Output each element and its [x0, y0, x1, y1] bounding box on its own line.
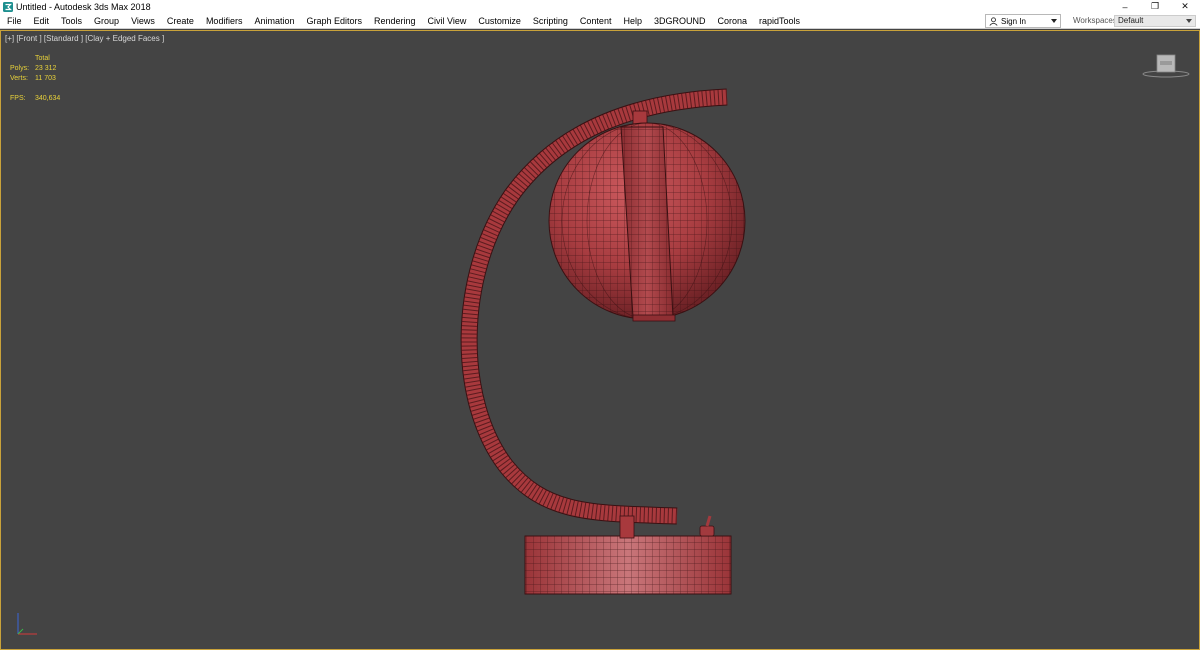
maximize-button[interactable]: ❐ — [1140, 0, 1170, 13]
user-icon — [989, 16, 998, 26]
close-button[interactable]: ✕ — [1170, 0, 1200, 13]
title-bar: Untitled - Autodesk 3ds Max 2018 – ❐ ✕ — [0, 0, 1200, 13]
polys-label: Polys: — [10, 65, 30, 72]
menu-modifiers[interactable]: Modifiers — [200, 13, 249, 29]
menu-edit[interactable]: Edit — [28, 13, 56, 29]
window-title: Untitled - Autodesk 3ds Max 2018 — [16, 1, 151, 12]
menu-scripting[interactable]: Scripting — [527, 13, 574, 29]
menu-tools[interactable]: Tools — [55, 13, 88, 29]
menu-animation[interactable]: Animation — [248, 13, 300, 29]
menu-graph-editors[interactable]: Graph Editors — [300, 13, 368, 29]
workspaces-value: Default — [1118, 16, 1144, 25]
sign-in-label: Sign In — [1001, 16, 1026, 26]
menu-rendering[interactable]: Rendering — [368, 13, 422, 29]
lamp-sphere — [548, 122, 746, 322]
viewport-label[interactable]: [+] [Front ] [Standard ] [Clay + Edged F… — [5, 34, 164, 43]
chevron-down-icon — [1051, 19, 1057, 23]
stats-header: Total — [35, 55, 50, 62]
menu-3dground[interactable]: 3DGROUND — [648, 13, 712, 29]
menu-file[interactable]: File — [0, 13, 28, 29]
verts-value: 11 703 — [35, 75, 56, 82]
menu-rapidtools[interactable]: rapidTools — [753, 13, 806, 29]
menu-corona[interactable]: Corona — [711, 13, 753, 29]
sign-in-dropdown[interactable]: Sign In — [985, 14, 1061, 28]
verts-label: Verts: — [10, 75, 28, 82]
menu-group[interactable]: Group — [88, 13, 125, 29]
3dsmax-logo-icon — [3, 1, 13, 12]
menu-bar: File Edit Tools Group Views Create Modif… — [0, 13, 1200, 29]
menu-help[interactable]: Help — [617, 13, 648, 29]
workspaces-label: Workspaces: — [1073, 16, 1120, 25]
menu-civil-view[interactable]: Civil View — [422, 13, 473, 29]
viewcube-icon[interactable] — [1141, 52, 1191, 80]
menu-views[interactable]: Views — [125, 13, 161, 29]
scene-model — [460, 88, 746, 595]
workspaces-select[interactable]: Default — [1114, 15, 1196, 27]
axis-gizmo-icon — [17, 613, 37, 635]
menu-content[interactable]: Content — [574, 13, 618, 29]
fps-label: FPS: — [10, 95, 26, 102]
scene-statistics: Total Polys: 23 312 Verts: 11 703 FPS: 340,… — [10, 54, 60, 104]
polys-value: 23 312 — [35, 65, 57, 72]
menu-create[interactable]: Create — [161, 13, 200, 29]
front-viewport[interactable]: [+] [Front ] [Standard ] [Clay + Edged F… — [0, 30, 1200, 650]
fps-value: 340,634 — [35, 95, 61, 102]
chevron-down-icon — [1186, 19, 1192, 23]
minimize-button[interactable]: – — [1110, 0, 1140, 13]
menu-customize[interactable]: Customize — [472, 13, 527, 29]
